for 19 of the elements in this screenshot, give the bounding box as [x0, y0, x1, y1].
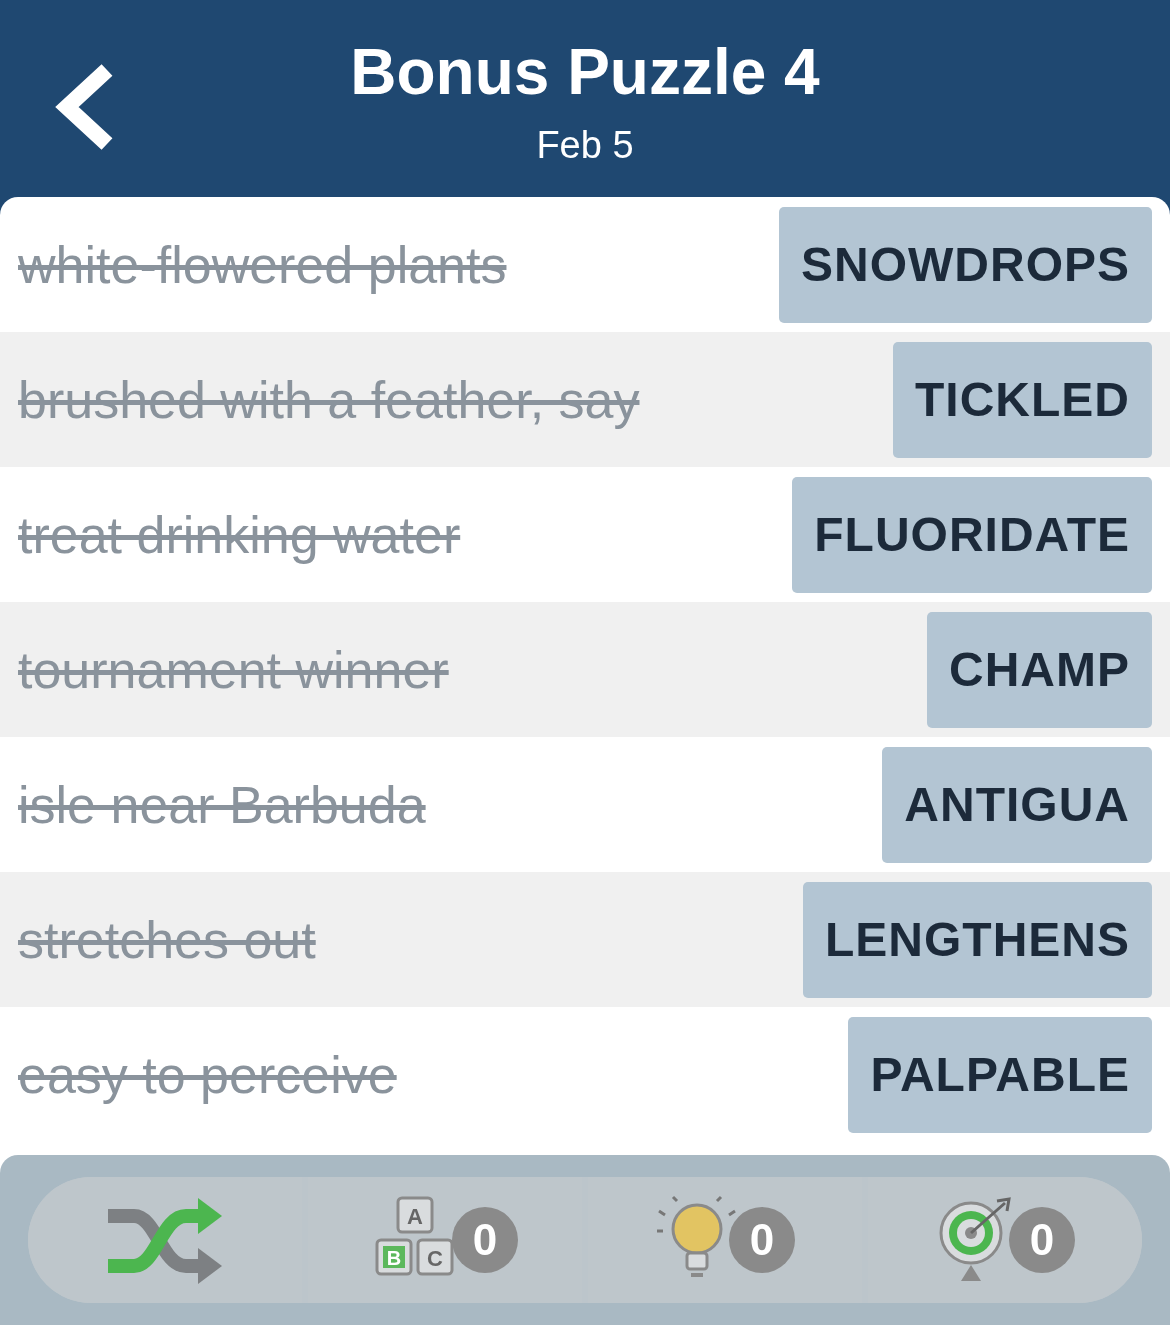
clue-text: easy to perceive	[18, 1044, 397, 1106]
count-badge: 0	[452, 1207, 518, 1273]
clue-text: treat drinking water	[18, 504, 461, 566]
clue-text: white-flowered plants	[18, 234, 507, 296]
clue-text: brushed with a feather, say	[18, 369, 640, 431]
clue-text: tournament winner	[18, 639, 449, 701]
puzzle-title: Bonus Puzzle 4	[350, 40, 820, 104]
answer-tile[interactable]: FLUORIDATE	[792, 476, 1152, 593]
answer-tile[interactable]: PALPABLE	[848, 1016, 1152, 1133]
count-badge: 0	[729, 1207, 795, 1273]
answer-tile[interactable]: SNOWDROPS	[779, 206, 1152, 323]
answer-tile[interactable]: CHAMP	[927, 611, 1152, 728]
count-badge: 0	[1009, 1207, 1075, 1273]
clue-text: stretches out	[18, 909, 316, 971]
answer-tile[interactable]: TICKLED	[893, 341, 1152, 458]
clue-text: isle near Barbuda	[18, 774, 426, 836]
answer-tile[interactable]: ANTIGUA	[882, 746, 1152, 863]
puzzle-date: Feb 5	[536, 126, 634, 164]
answer-tile[interactable]: LENGTHENS	[803, 881, 1152, 998]
